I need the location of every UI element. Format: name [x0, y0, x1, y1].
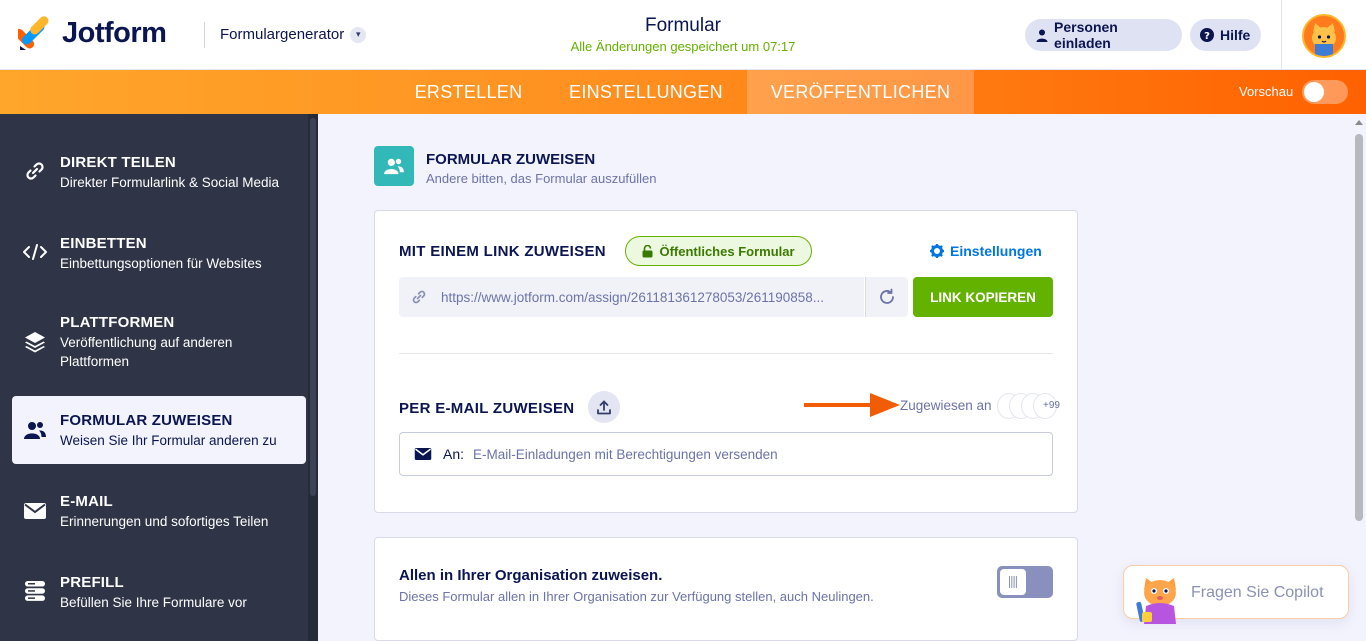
grip-icon: [1009, 576, 1017, 588]
section-title: FORMULAR ZUWEISEN: [426, 151, 596, 168]
users-icon: [384, 158, 404, 175]
sidebar-item-plattformen[interactable]: PLATTFORMEN Veröffentlichung auf anderen…: [12, 308, 306, 374]
svg-text:?: ?: [1204, 31, 1210, 42]
sidebar-item-title: FORMULAR ZUWEISEN: [60, 412, 233, 429]
public-form-badge[interactable]: Öffentliches Formular: [625, 236, 812, 266]
scroll-up-icon[interactable]: [1355, 120, 1363, 125]
refresh-icon: [880, 288, 894, 304]
upload-emails-button[interactable]: [588, 391, 620, 423]
tab-einstellungen[interactable]: EINSTELLUNGEN: [545, 70, 747, 114]
sidebar-item-title: PREFILL: [60, 574, 124, 591]
assign-url: https://www.jotform.com/assign/261181361…: [441, 289, 825, 305]
sidebar-item-prefill[interactable]: PREFILL Befüllen Sie Ihre Formulare vor: [12, 566, 306, 618]
assignee-avatars[interactable]: +99: [997, 393, 1063, 419]
org-assign-subtitle: Dieses Formular allen in Ihrer Organisat…: [399, 589, 874, 604]
users-icon: [23, 418, 47, 442]
upload-icon: [597, 400, 611, 414]
preview-toggle[interactable]: [1302, 80, 1348, 104]
copy-link-button[interactable]: LINK KOPIEREN: [913, 277, 1053, 317]
tab-erstellen[interactable]: ERSTELLEN: [392, 70, 545, 114]
link-icon: [23, 159, 47, 183]
help-icon: ?: [1200, 28, 1214, 42]
database-icon: [23, 579, 47, 603]
cat-avatar-icon: [1304, 16, 1344, 56]
section-divider: [399, 353, 1053, 354]
sidebar-scrollbar[interactable]: [308, 114, 318, 641]
sidebar-item-subtitle: Direkter Formularlink & Social Media: [60, 175, 280, 190]
help-label: Hilfe: [1220, 27, 1251, 43]
sidebar-item-einbetten[interactable]: EINBETTEN Einbettungsoptionen für Websit…: [12, 228, 306, 280]
sidebar-item-direkt-teilen[interactable]: DIREKT TEILEN Direkter Formularlink & So…: [12, 148, 306, 200]
sidebar-item-subtitle: Veröffentlichung auf anderen Plattformen: [60, 333, 232, 371]
sidebar-item-title: PLATTFORMEN: [60, 314, 175, 331]
sidebar-item-title: EINBETTEN: [60, 235, 147, 252]
link-settings-button[interactable]: Einstellungen: [930, 243, 1042, 259]
email-invite-placeholder: E-Mail-Einladungen mit Berechtigungen ve…: [473, 446, 778, 462]
layers-icon: [23, 330, 47, 354]
section-subtitle: Andere bitten, das Formular auszufüllen: [426, 171, 657, 186]
sidebar-item-title: DIREKT TEILEN: [60, 154, 176, 171]
invite-people-button[interactable]: Personen einladen: [1025, 19, 1182, 51]
main-scroll-thumb[interactable]: [1355, 134, 1363, 521]
orange-arrow-icon: [804, 393, 900, 417]
user-avatar[interactable]: [1302, 14, 1346, 58]
org-assign-toggle[interactable]: [997, 566, 1053, 598]
refresh-link-button[interactable]: [865, 277, 908, 317]
preview-label: Vorschau: [1239, 84, 1294, 99]
assign-url-field[interactable]: https://www.jotform.com/assign/261181361…: [399, 277, 864, 317]
unlock-icon: [642, 244, 653, 258]
settings-label: Einstellungen: [950, 243, 1042, 259]
copilot-button[interactable]: Fragen Sie Copilot: [1123, 565, 1349, 624]
sidebar-item-subtitle: Befüllen Sie Ihre Formulare vor: [60, 595, 247, 610]
sidebar-item-email[interactable]: E-MAIL Erinnerungen und sofortiges Teile…: [12, 486, 306, 538]
public-form-label: Öffentliches Formular: [659, 243, 795, 259]
assign-section-icon: [374, 146, 414, 186]
builder-nav: ERSTELLEN EINSTELLUNGEN VERÖFFENTLICHEN: [0, 70, 1366, 114]
sidebar-item-subtitle: Einbettungsoptionen für Websites: [60, 256, 262, 271]
assignee-more-count: +99: [1043, 400, 1060, 411]
to-label: An:: [443, 446, 465, 462]
invite-label: Personen einladen: [1054, 19, 1118, 51]
copilot-cat-icon: [1136, 578, 1176, 624]
sidebar-item-subtitle: Erinnerungen und sofortiges Teilen: [60, 514, 269, 529]
sidebar-item-title: E-MAIL: [60, 493, 113, 510]
assigned-to-label: Zugewiesen an: [900, 398, 992, 413]
envelope-icon: [414, 447, 432, 461]
sidebar-item-subtitle-line1: Veröffentlichung auf anderen: [60, 335, 233, 350]
org-assign-title: Allen in Ihrer Organisation zuweisen.: [399, 567, 663, 584]
code-icon: [23, 240, 47, 264]
header-divider-right: [1281, 0, 1282, 70]
copilot-label: Fragen Sie Copilot: [1191, 584, 1324, 601]
tab-veroeffentlichen[interactable]: VERÖFFENTLICHEN: [747, 70, 974, 114]
link-assign-title: MIT EINEM LINK ZUWEISEN: [399, 243, 606, 260]
toggle-knob: [1000, 569, 1026, 595]
sidebar-scroll-thumb[interactable]: [310, 118, 316, 496]
sidebar-item-formular-zuweisen[interactable]: FORMULAR ZUWEISEN Weisen Sie Ihr Formula…: [12, 396, 306, 464]
email-assign-title: PER E-MAIL ZUWEISEN: [399, 400, 575, 417]
user-icon: [1035, 28, 1048, 42]
help-button[interactable]: ? Hilfe: [1190, 19, 1261, 51]
gear-icon: [930, 244, 944, 258]
toggle-knob: [1304, 82, 1324, 102]
sidebar-item-subtitle-line2: Plattformen: [60, 354, 130, 369]
email-invite-field[interactable]: An: E-Mail-Einladungen mit Berechtigunge…: [399, 432, 1053, 476]
top-header: Jotform Formulargenerator ▾ Formular All…: [0, 0, 1366, 70]
sidebar-item-subtitle: Weisen Sie Ihr Formular anderen zu: [60, 433, 277, 448]
envelope-icon: [23, 499, 47, 523]
link-icon: [411, 289, 427, 305]
main-scrollbar[interactable]: [1352, 114, 1366, 641]
